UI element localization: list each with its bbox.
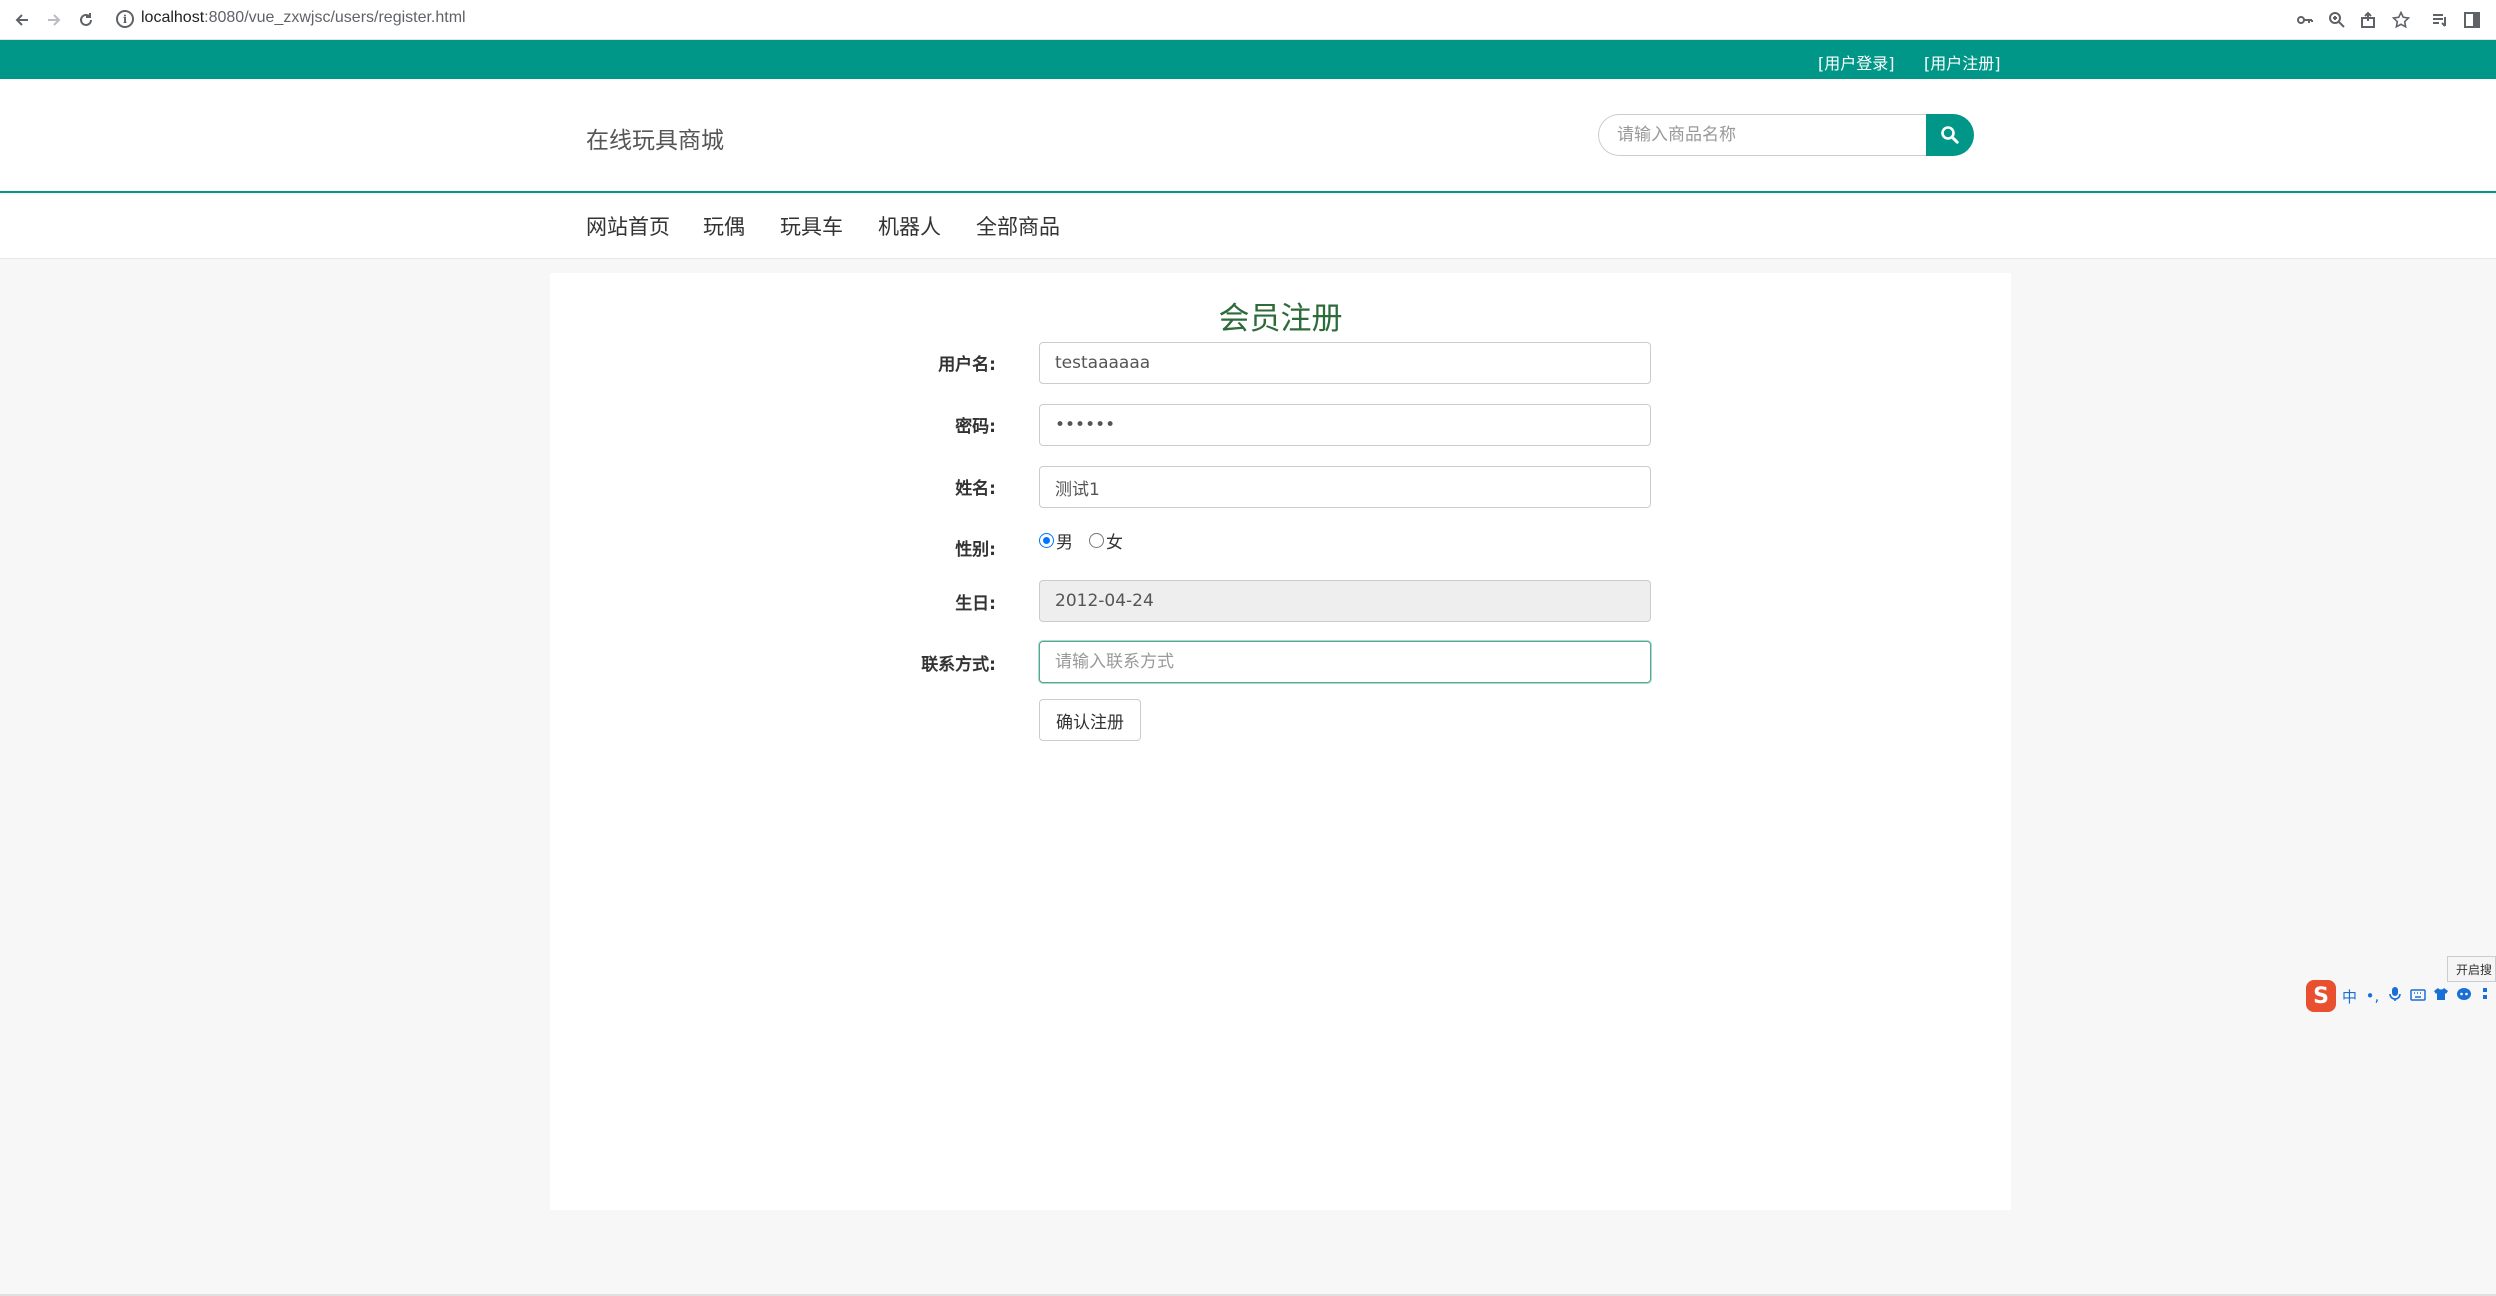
password-label: 密码: bbox=[955, 417, 996, 437]
contact-field[interactable] bbox=[1039, 641, 1651, 683]
username-label: 用户名: bbox=[938, 355, 996, 375]
gender-male-radio[interactable] bbox=[1039, 533, 1054, 548]
browser-toolbar: i localhost:8080/vue_zxwjsc/users/regist… bbox=[0, 0, 2496, 40]
ime-tooltip: 开启搜 bbox=[2447, 956, 2496, 982]
gender-female-label[interactable]: 女 bbox=[1106, 528, 1123, 553]
reading-list-icon[interactable] bbox=[2428, 8, 2452, 32]
ime-keyboard-icon[interactable] bbox=[2409, 987, 2428, 1005]
star-icon[interactable] bbox=[2389, 8, 2413, 32]
ime-assistant-icon[interactable] bbox=[2454, 987, 2473, 1005]
address-bar[interactable]: localhost:8080/vue_zxwjsc/users/register… bbox=[141, 9, 466, 27]
url-host: localhost bbox=[141, 9, 205, 26]
gender-female-radio[interactable] bbox=[1089, 533, 1104, 548]
zoom-icon[interactable] bbox=[2325, 8, 2349, 32]
ime-microphone-icon[interactable] bbox=[2386, 986, 2405, 1006]
site-title[interactable]: 在线玩具商城 bbox=[586, 121, 724, 155]
ime-toolbar: S 中 •, bbox=[2306, 980, 2496, 1012]
login-link[interactable]: [用户登录] bbox=[1818, 50, 1895, 74]
search-button[interactable] bbox=[1926, 114, 1974, 156]
nav-item-home[interactable]: 网站首页 bbox=[586, 211, 670, 241]
register-link[interactable]: [用户注册] bbox=[1924, 50, 2001, 74]
url-path: :8080/vue_zxwjsc/users/register.html bbox=[204, 9, 466, 26]
password-field[interactable] bbox=[1039, 404, 1651, 446]
search-icon bbox=[1941, 126, 1959, 144]
site-info-icon[interactable]: i bbox=[116, 10, 134, 28]
reload-icon[interactable] bbox=[72, 6, 100, 34]
contact-label: 联系方式: bbox=[921, 655, 996, 675]
nav-item-all-products[interactable]: 全部商品 bbox=[976, 211, 1060, 241]
back-arrow-icon[interactable] bbox=[8, 6, 36, 34]
key-icon[interactable] bbox=[2293, 8, 2317, 32]
confirm-register-button[interactable]: 确认注册 bbox=[1039, 699, 1141, 741]
ime-punctuation-icon[interactable]: •, bbox=[2363, 987, 2382, 1005]
ime-language-toggle[interactable]: 中 bbox=[2340, 986, 2359, 1007]
page-title: 会员注册 bbox=[1218, 301, 1343, 337]
ime-menu-icon[interactable] bbox=[2477, 987, 2496, 1005]
gender-label: 性别: bbox=[955, 540, 996, 560]
name-label: 姓名: bbox=[955, 479, 996, 499]
nav-item-dolls[interactable]: 玩偶 bbox=[703, 211, 745, 241]
birthday-label: 生日: bbox=[955, 594, 996, 614]
gender-male-label[interactable]: 男 bbox=[1056, 528, 1073, 553]
nav-item-robots[interactable]: 机器人 bbox=[878, 211, 941, 241]
share-icon[interactable] bbox=[2357, 8, 2381, 32]
birthday-field[interactable] bbox=[1039, 580, 1651, 622]
site-header: 在线玩具商城 bbox=[0, 79, 2496, 193]
username-field[interactable] bbox=[1039, 342, 1651, 384]
main-nav: 网站首页 玩偶 玩具车 机器人 全部商品 bbox=[0, 195, 2496, 259]
nav-item-toy-cars[interactable]: 玩具车 bbox=[780, 211, 843, 241]
forward-arrow-icon[interactable] bbox=[40, 6, 68, 34]
ime-skin-icon[interactable] bbox=[2432, 987, 2451, 1005]
top-bar: [用户登录] [用户注册] bbox=[0, 40, 2496, 79]
name-field[interactable] bbox=[1039, 466, 1651, 508]
ime-logo-icon[interactable]: S bbox=[2306, 980, 2337, 1012]
side-panel-icon[interactable] bbox=[2460, 8, 2484, 32]
search-input[interactable] bbox=[1598, 114, 1928, 156]
register-panel: 会员注册 用户名: 密码: 姓名: 性别: 男 女 生日: 联系方式: 确认注册 bbox=[550, 273, 2011, 1210]
gender-radio-group: 男 女 bbox=[1039, 528, 1123, 553]
